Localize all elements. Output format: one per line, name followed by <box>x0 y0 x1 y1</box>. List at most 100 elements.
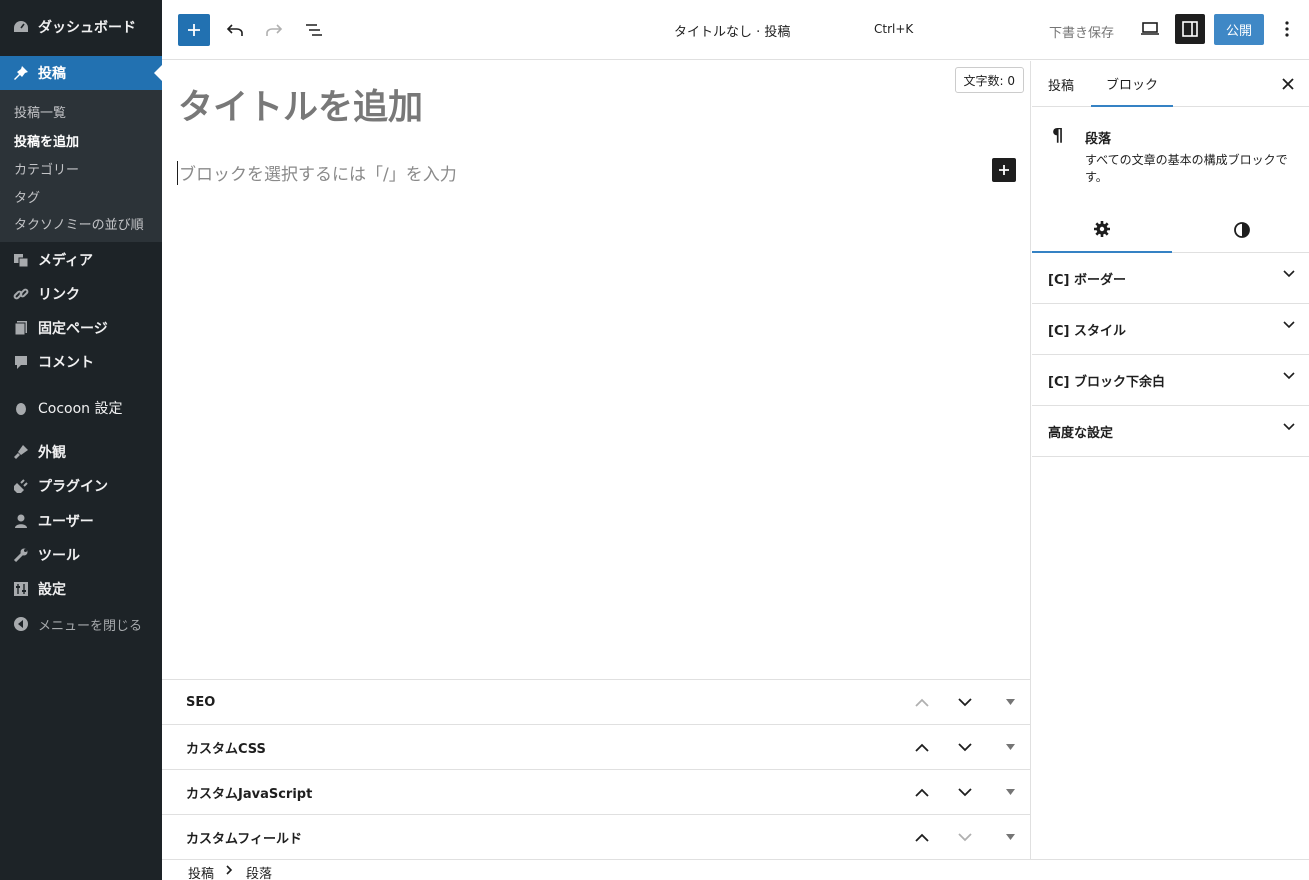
block-description: すべての文章の基本の構成ブロックです。 <box>1085 153 1288 184</box>
laptop-icon <box>1140 22 1160 36</box>
breadcrumb-item-post[interactable]: 投稿 <box>188 863 214 880</box>
menu-item-users[interactable]: ユーザー <box>0 504 162 538</box>
panel-title: 高度な設定 <box>1048 425 1114 441</box>
cocoon-icon <box>12 399 30 417</box>
document-title[interactable]: タイトルなし · 投稿 <box>674 21 790 40</box>
chevron-right-icon <box>226 865 233 875</box>
move-up-button[interactable] <box>911 826 933 848</box>
submenu-item-tags[interactable]: タグ <box>14 187 40 206</box>
chevron-down-icon <box>1283 423 1295 431</box>
pin-icon <box>12 64 30 82</box>
plugin-icon <box>12 477 30 495</box>
tab-post[interactable]: 投稿 <box>1048 61 1074 107</box>
command-shortcut[interactable]: Ctrl+K <box>874 22 913 36</box>
undo-button[interactable] <box>222 17 248 43</box>
metabox-custom-fields[interactable]: カスタムフィールド <box>162 814 1031 859</box>
menu-item-dashboard[interactable]: ダッシュボード <box>0 10 162 44</box>
editor-toolbar: タイトルなし · 投稿 Ctrl+K 下書き保存 公開 <box>162 0 1309 60</box>
menu-item-label: 固定ページ <box>38 321 108 337</box>
settings-icon <box>12 580 30 598</box>
post-title-input[interactable]: タイトルを追加 <box>178 79 423 130</box>
settings-sidebar-toggle[interactable] <box>1175 14 1205 44</box>
comment-icon <box>12 353 30 371</box>
menu-item-label: メニューを閉じる <box>38 618 143 634</box>
tab-settings[interactable] <box>1032 207 1172 253</box>
metabox-custom-css[interactable]: カスタムCSS <box>162 724 1031 769</box>
panel-style[interactable]: [C] スタイル <box>1032 304 1309 355</box>
user-icon <box>12 512 30 530</box>
publish-button[interactable]: 公開 <box>1214 14 1264 45</box>
menu-item-label: プラグイン <box>38 479 108 495</box>
menu-item-media[interactable]: メディア <box>0 243 162 277</box>
menu-item-label: メディア <box>38 253 94 269</box>
undo-icon <box>226 23 244 37</box>
toggle-panel-button[interactable] <box>999 736 1021 758</box>
pages-icon <box>12 319 30 337</box>
more-vertical-icon <box>1285 21 1289 37</box>
toggle-panel-button[interactable] <box>999 781 1021 803</box>
submenu-item-all-posts[interactable]: 投稿一覧 <box>14 102 66 121</box>
sidebar-tabs: 投稿 ブロック <box>1032 61 1309 107</box>
block-settings-tabs <box>1032 207 1309 253</box>
redo-button[interactable] <box>261 17 287 43</box>
list-view-icon <box>305 23 323 37</box>
tab-styles[interactable] <box>1172 207 1309 253</box>
collapse-menu-button[interactable]: メニューを閉じる <box>0 607 162 641</box>
move-up-button[interactable] <box>911 736 933 758</box>
sidebar-icon <box>1181 20 1199 38</box>
gear-icon <box>1093 220 1111 238</box>
panel-title: [C] スタイル <box>1048 323 1126 339</box>
menu-item-label: Cocoon 設定 <box>38 401 123 417</box>
link-icon <box>12 285 30 303</box>
metabox-title: カスタムフィールド <box>186 831 302 847</box>
menu-item-tools[interactable]: ツール <box>0 538 162 572</box>
submenu-item-taxonomy-order[interactable]: タクソノミーの並び順 <box>14 214 144 233</box>
metabox-custom-javascript[interactable]: カスタムJavaScript <box>162 769 1031 814</box>
menu-item-appearance[interactable]: 外観 <box>0 435 162 469</box>
block-inserter-button[interactable] <box>178 14 210 46</box>
move-up-button[interactable] <box>911 691 933 713</box>
metabox-seo[interactable]: SEO <box>162 679 1031 724</box>
metabox-title: カスタムJavaScript <box>186 786 313 802</box>
submenu-item-add-post[interactable]: 投稿を追加 <box>14 131 79 150</box>
move-up-button[interactable] <box>911 781 933 803</box>
admin-sidebar: ダッシュボード 投稿 投稿一覧 投稿を追加 カテゴリー タグ タクソノミーの並び… <box>0 0 162 880</box>
menu-item-label: 投稿 <box>38 66 66 82</box>
menu-item-comments[interactable]: コメント <box>0 345 162 379</box>
panel-block-margin-bottom[interactable]: [C] ブロック下余白 <box>1032 355 1309 406</box>
panel-advanced[interactable]: 高度な設定 <box>1032 406 1309 457</box>
menu-item-label: 設定 <box>38 582 66 598</box>
inline-inserter-button[interactable] <box>992 158 1016 182</box>
block-name: 段落 <box>1085 132 1112 147</box>
toggle-panel-button[interactable] <box>999 691 1021 713</box>
appearance-icon <box>12 443 30 461</box>
document-overview-button[interactable] <box>301 17 327 43</box>
menu-item-posts[interactable]: 投稿 <box>0 56 162 90</box>
tab-block[interactable]: ブロック <box>1091 61 1174 107</box>
menu-item-label: ユーザー <box>38 514 94 530</box>
menu-item-label: ダッシュボード <box>38 20 136 36</box>
move-down-button[interactable] <box>954 781 976 803</box>
paragraph-block-input[interactable]: ブロックを選択するには「/」を入力 <box>179 160 457 185</box>
panel-border[interactable]: [C] ボーダー <box>1032 253 1309 304</box>
word-count-badge: 文字数: 0 <box>954 67 1024 93</box>
tools-icon <box>12 546 30 564</box>
submenu-item-categories[interactable]: カテゴリー <box>14 159 79 178</box>
menu-item-settings[interactable]: 設定 <box>0 572 162 606</box>
menu-item-cocoon-settings[interactable]: Cocoon 設定 <box>0 391 162 425</box>
menu-item-pages[interactable]: 固定ページ <box>0 311 162 345</box>
preview-button[interactable] <box>1137 16 1163 42</box>
posts-submenu: 投稿一覧 投稿を追加 カテゴリー タグ タクソノミーの並び順 <box>0 90 162 242</box>
menu-item-label: 外観 <box>38 445 66 461</box>
menu-item-links[interactable]: リンク <box>0 277 162 311</box>
breadcrumb-item-paragraph[interactable]: 段落 <box>246 863 272 880</box>
move-down-button[interactable] <box>954 691 976 713</box>
move-down-button[interactable] <box>954 826 976 848</box>
save-draft-button[interactable]: 下書き保存 <box>1049 22 1114 41</box>
move-down-button[interactable] <box>954 736 976 758</box>
close-sidebar-button[interactable] <box>1277 73 1299 95</box>
toggle-panel-button[interactable] <box>999 826 1021 848</box>
options-button[interactable] <box>1276 16 1298 42</box>
redo-icon <box>265 23 283 37</box>
menu-item-plugins[interactable]: プラグイン <box>0 469 162 503</box>
